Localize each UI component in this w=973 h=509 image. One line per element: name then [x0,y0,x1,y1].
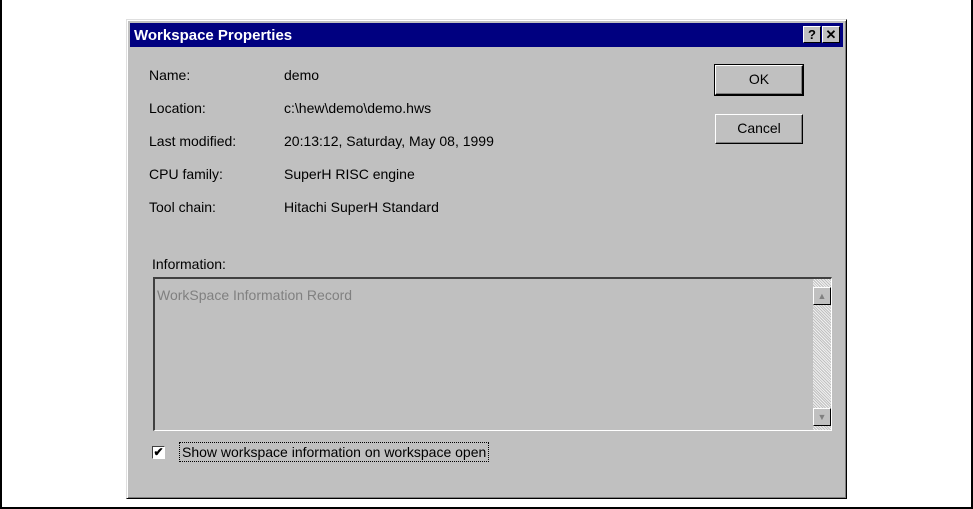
tool-chain-value: Hitachi SuperH Standard [284,199,439,215]
information-text: WorkSpace Information Record [157,287,353,303]
location-label: Location: [149,100,206,116]
last-modified-label: Last modified: [149,133,237,149]
help-icon[interactable]: ? [803,26,821,43]
cpu-family-label: CPU family: [149,166,223,182]
cpu-family-value: SuperH RISC engine [284,166,415,182]
workspace-properties-dialog: Workspace Properties ? ✕ Name: demo Loca… [126,19,847,499]
show-info-checkbox-label[interactable]: Show workspace information on workspace … [178,442,490,462]
checkmark-icon: ✔ [153,445,164,459]
last-modified-value: 20:13:12, Saturday, May 08, 1999 [284,133,494,149]
scroll-up-arrow-icon[interactable]: ▲ [813,287,831,305]
ok-button[interactable]: OK [714,64,804,96]
title-bar[interactable]: Workspace Properties ? ✕ [130,23,843,47]
location-value: c:\hew\demo\demo.hws [284,100,432,116]
information-label: Information: [152,256,226,272]
name-label: Name: [149,67,191,83]
cancel-button[interactable]: Cancel [715,114,803,144]
name-value: demo [284,67,320,83]
vertical-scrollbar[interactable]: ▲ ▼ [813,279,831,430]
close-icon[interactable]: ✕ [822,26,840,43]
dialog-title: Workspace Properties [134,27,293,44]
tool-chain-label: Tool chain: [149,199,216,215]
information-textbox[interactable]: WorkSpace Information Record ▲ ▼ [153,277,832,431]
scroll-down-arrow-icon[interactable]: ▼ [813,408,831,426]
show-info-checkbox[interactable]: ✔ [152,446,165,459]
